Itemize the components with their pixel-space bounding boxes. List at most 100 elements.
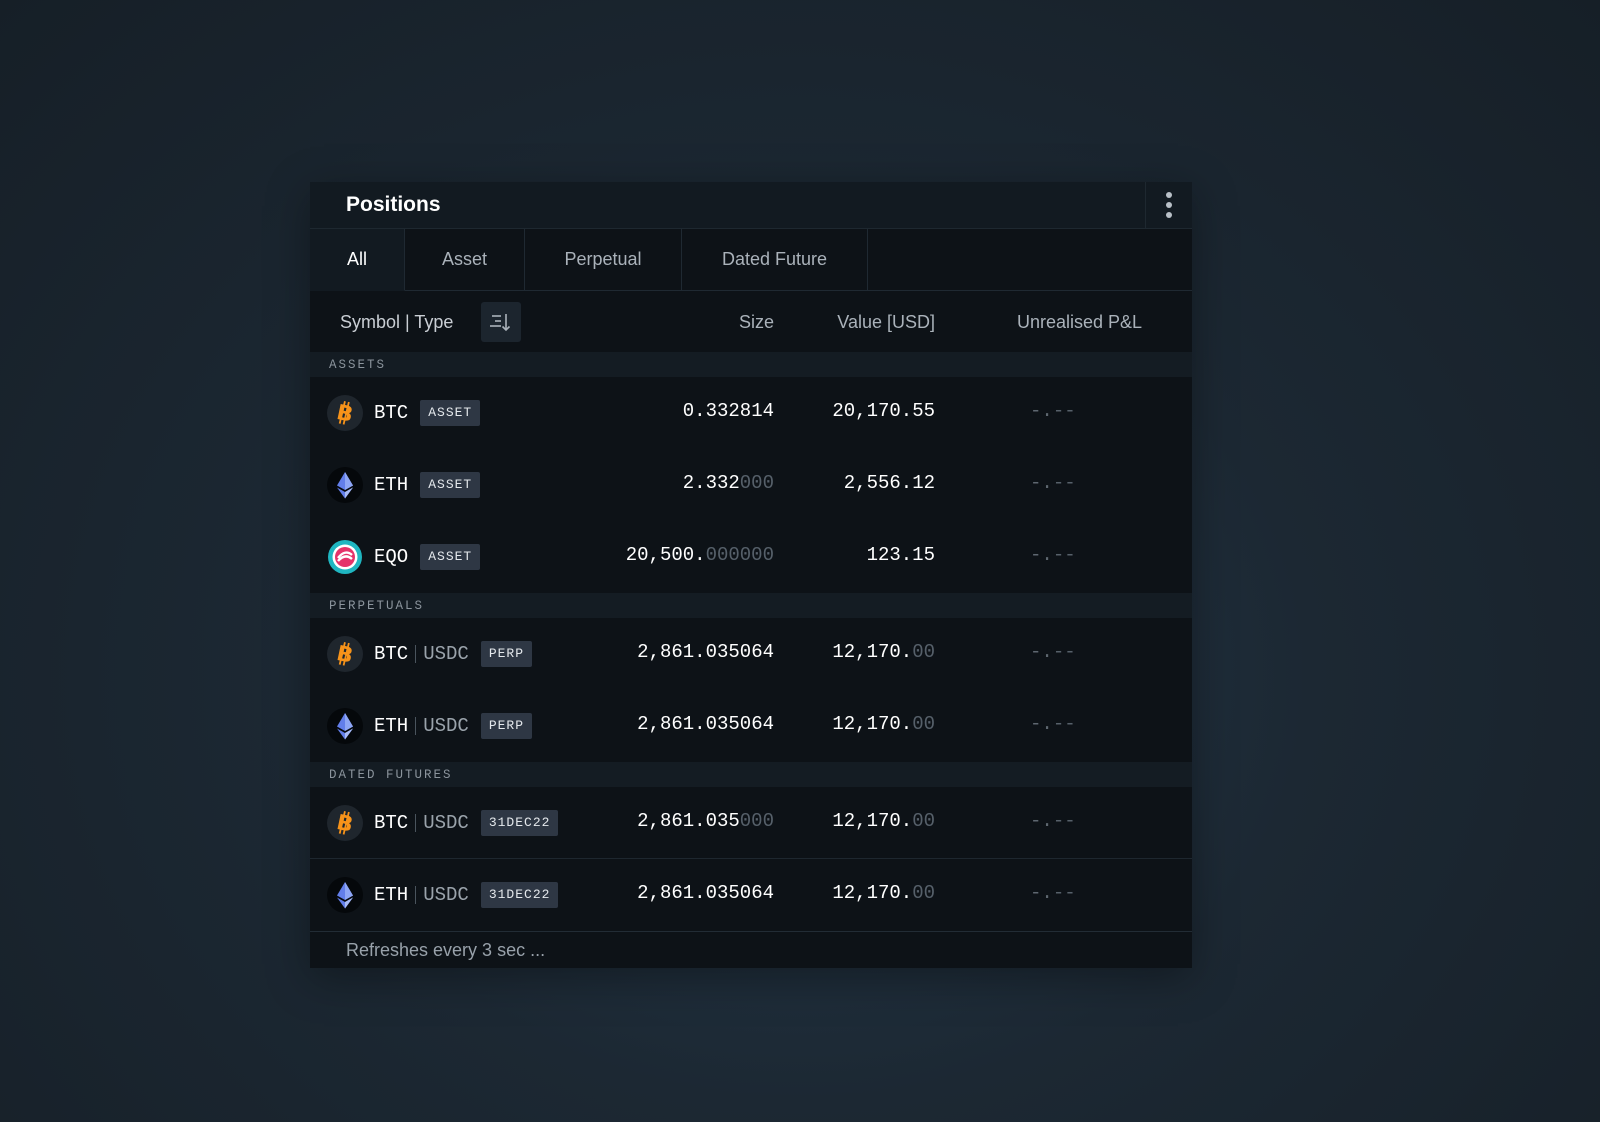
quote-currency: USDC — [423, 643, 469, 665]
value-digits: 123.15 — [866, 544, 935, 566]
usd-value: 2,556.12 — [844, 472, 935, 494]
sort-button[interactable] — [481, 302, 521, 342]
unrealised-pnl-value: -.-- — [1030, 713, 1076, 735]
bitcoin-icon: B — [327, 395, 363, 431]
symbol-name: EQO — [374, 546, 409, 568]
assets-list: B BTC ASSET 0.332814 20,170.55 -.-- ETH ASSET 2.… — [310, 377, 1192, 593]
position-row[interactable]: ETH ASSET 2.332000 2,556.12 -.-- — [310, 449, 1192, 521]
pnl-placeholder-dashes: -- — [1052, 400, 1076, 422]
section-perpetuals: PERPETUALS — [310, 593, 1192, 618]
symbol-separator — [415, 814, 417, 832]
bitcoin-icon: B — [327, 636, 363, 672]
symbol-name: BTC — [374, 812, 409, 834]
tab-perpetual[interactable]: Perpetual — [525, 229, 682, 291]
unrealised-pnl-value: -.-- — [1030, 810, 1076, 832]
size-value: 2,861.035000 — [637, 810, 774, 832]
unrealised-pnl-value: -.-- — [1030, 544, 1076, 566]
type-badge: ASSET — [420, 400, 481, 426]
size-trailing-zeros: 000 — [739, 810, 774, 832]
quote-currency: USDC — [423, 812, 469, 834]
symbol-cell: ETH USDC PERP — [374, 713, 533, 739]
position-row[interactable]: ETH USDC PERP 2,861.035064 12,170.00 -.-- — [310, 690, 1192, 762]
tab-all[interactable]: All — [310, 229, 405, 291]
value-digits: 12,170. — [832, 882, 913, 904]
value-digits: 20,170.55 — [832, 400, 935, 422]
size-digits: 0.332814 — [682, 400, 774, 422]
tabs-spacer — [868, 229, 1192, 291]
perpetuals-list: B BTC USDC PERP 2,861.035064 12,170.00 -.-- ETH… — [310, 618, 1192, 762]
position-row[interactable]: B BTC USDC 31DEC22 2,861.035000 12,170.00 -.-- — [310, 787, 1192, 859]
eqo-icon — [327, 539, 363, 575]
pnl-placeholder-dashes: -- — [1052, 641, 1076, 663]
symbol-name: ETH — [374, 884, 409, 906]
symbol-cell: ETH USDC 31DEC22 — [374, 882, 559, 908]
type-badge: 31DEC22 — [480, 882, 559, 908]
pnl-placeholder-dashes: -- — [1052, 713, 1076, 735]
value-digits: 12,170. — [832, 641, 913, 663]
bitcoin-icon: B — [327, 805, 363, 841]
value-trailing-zeros: 00 — [912, 641, 935, 663]
size-digits: 20,500. — [625, 544, 706, 566]
section-dated-futures: DATED FUTURES — [310, 762, 1192, 787]
pnl-placeholder: -. — [1030, 472, 1053, 494]
quote-currency: USDC — [423, 715, 469, 737]
ethereum-icon — [327, 877, 363, 913]
quote-currency: USDC — [423, 884, 469, 906]
size-digits: 2,861.035064 — [637, 641, 774, 663]
size-value: 2.332000 — [683, 472, 774, 494]
position-row[interactable]: B BTC ASSET 0.332814 20,170.55 -.-- — [310, 377, 1192, 449]
pnl-placeholder-dashes: -- — [1052, 472, 1076, 494]
tab-dated-future[interactable]: Dated Future — [682, 229, 868, 291]
value-trailing-zeros: 00 — [912, 882, 935, 904]
ethereum-icon — [327, 467, 363, 503]
symbol-separator — [415, 645, 417, 663]
usd-value: 12,170.00 — [832, 641, 935, 663]
unrealised-pnl-value: -.-- — [1030, 641, 1076, 663]
dated-futures-list: B BTC USDC 31DEC22 2,861.035000 12,170.00 -.--… — [310, 787, 1192, 931]
panel-header: Positions — [310, 182, 1192, 229]
symbol-cell: BTC USDC 31DEC22 — [374, 810, 559, 836]
pnl-placeholder: -. — [1030, 400, 1053, 422]
column-value: Value [USD] — [837, 312, 935, 332]
usd-value: 12,170.00 — [832, 810, 935, 832]
column-unrealised-pnl: Unrealised P&L — [1017, 312, 1143, 332]
size-trailing-zeros: 000000 — [705, 544, 774, 566]
section-assets: ASSETS — [310, 352, 1192, 377]
value-trailing-zeros: 00 — [912, 810, 935, 832]
position-row[interactable]: B BTC USDC PERP 2,861.035064 12,170.00 -.-- — [310, 618, 1192, 690]
symbol-cell: EQO ASSET — [374, 544, 481, 570]
positions-panel: Positions All Asset Perpetual Dated Futu… — [310, 182, 1192, 968]
size-value: 2,861.035064 — [637, 641, 774, 663]
type-badge: PERP — [480, 713, 533, 739]
ethereum-icon — [327, 708, 363, 744]
type-badge: PERP — [480, 641, 533, 667]
symbol-cell: BTC USDC PERP — [374, 641, 533, 667]
position-row[interactable]: EQO ASSET 20,500.000000 123.15 -.-- — [310, 521, 1192, 593]
pnl-placeholder: -. — [1030, 810, 1053, 832]
size-value: 20,500.000000 — [626, 544, 774, 566]
sort-descending-icon — [490, 314, 511, 332]
position-type-tabs: All Asset Perpetual Dated Future — [310, 229, 1192, 291]
tab-asset[interactable]: Asset — [405, 229, 525, 291]
usd-value: 12,170.00 — [832, 882, 935, 904]
column-size: Size — [738, 312, 774, 332]
usd-value: 123.15 — [867, 544, 935, 566]
panel-title: Positions — [346, 193, 441, 216]
size-value: 2,861.035064 — [637, 882, 774, 904]
pnl-placeholder-dashes: -- — [1052, 882, 1076, 904]
more-menu-button[interactable] — [1145, 182, 1192, 228]
size-digits: 2.332 — [682, 472, 740, 494]
pnl-placeholder: -. — [1030, 641, 1053, 663]
pnl-placeholder: -. — [1030, 544, 1053, 566]
usd-value: 20,170.55 — [832, 400, 935, 422]
value-digits: 2,556.12 — [843, 472, 935, 494]
pnl-placeholder: -. — [1030, 882, 1053, 904]
unrealised-pnl-value: -.-- — [1030, 400, 1076, 422]
position-row[interactable]: ETH USDC 31DEC22 2,861.035064 12,170.00 -.-- — [310, 859, 1192, 931]
symbol-name: BTC — [374, 402, 409, 424]
value-trailing-zeros: 00 — [912, 713, 935, 735]
symbol-cell: BTC ASSET — [374, 400, 481, 426]
pnl-placeholder: -. — [1030, 713, 1053, 735]
column-symbol-type: Symbol | Type — [340, 312, 454, 332]
size-digits: 2,861.035064 — [637, 882, 774, 904]
